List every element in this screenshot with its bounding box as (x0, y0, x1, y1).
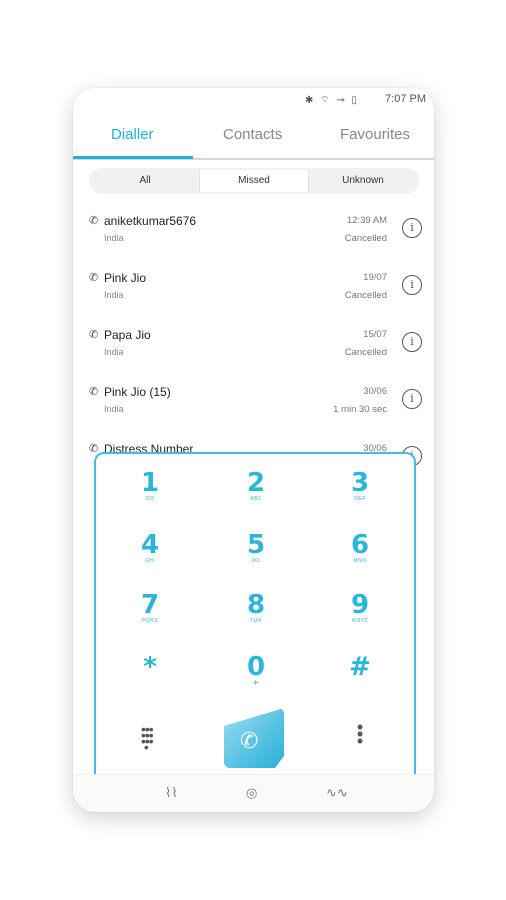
key-letters: JKL (250, 558, 262, 564)
call-time: 15/07 (363, 329, 387, 340)
call-log-item[interactable]: ✆ aniketkumar5676 India 12:39 AM Cancell… (73, 206, 434, 263)
call-location: India (104, 404, 124, 414)
call-status: Cancelled (344, 233, 387, 244)
call-name: Papa Jio (104, 328, 151, 342)
dial-key-6[interactable]: 6 MNO (330, 532, 390, 565)
key-letters: DEF (354, 496, 366, 502)
key-letters: + (252, 678, 260, 689)
tab-bar: Dialler Contacts Favourites (73, 112, 434, 160)
key-digit: 7 (140, 590, 160, 620)
call-time: 19/07 (363, 272, 387, 283)
key-letters: GHI (144, 558, 156, 564)
dial-key-4[interactable]: 4 GHI (120, 532, 180, 565)
key-digit: 3 (350, 468, 370, 498)
home-icon[interactable]: ◎ (246, 785, 257, 801)
status-icons: ✱ ⌔ ⊸ ▯ (305, 95, 359, 106)
call-time: 12:39 AM (346, 215, 387, 226)
call-location: India (104, 290, 124, 300)
call-location: India (104, 233, 124, 243)
outgoing-call-icon: ✆ (89, 215, 99, 227)
outgoing-call-icon: ✆ (89, 386, 99, 398)
key-digit: 1 (140, 468, 160, 498)
call-status: Cancelled (344, 347, 387, 358)
bottom-nav: ⌇⌇ ◎ ∿∿ (73, 774, 434, 812)
dial-key-hash[interactable]: # (330, 654, 390, 680)
call-name: aniketkumar5676 (104, 214, 197, 228)
key-letters: TUV (250, 618, 262, 624)
phone-frame: ✱ ⌔ ⊸ ▯ 7:07 PM Dialler Contacts Favouri… (73, 88, 434, 812)
call-log-item[interactable]: ✆ Pink Jio (15) India 30/06 1 min 30 sec… (73, 377, 434, 434)
key-letters: MNO (353, 558, 367, 564)
dial-key-7[interactable]: 7 PQRS (120, 592, 180, 625)
key-digit: 6 (350, 530, 370, 560)
outgoing-call-icon: ✆ (89, 329, 99, 341)
waveform-icon[interactable]: ∿∿ (326, 785, 348, 801)
key-digit: 2 (246, 468, 266, 498)
key-letters: OO (145, 496, 155, 502)
call-time: 30/06 (363, 386, 387, 397)
filter-unknown[interactable]: Unknown (309, 170, 417, 192)
more-options-icon[interactable]: • • • (355, 718, 365, 750)
dial-key-1[interactable]: 1 OO (120, 470, 180, 503)
call-name: Pink Jio (15) (104, 385, 171, 399)
tab-dialler[interactable]: Dialler (111, 126, 154, 143)
key-digit: 5 (246, 530, 266, 560)
call-status: Cancelled (344, 290, 387, 301)
info-icon[interactable]: i (402, 332, 422, 352)
key-digit: 4 (140, 530, 160, 560)
info-icon[interactable]: i (402, 389, 422, 409)
dial-key-8[interactable]: 8 TUV (226, 592, 286, 625)
status-bar: ✱ ⌔ ⊸ ▯ 7:07 PM (73, 88, 434, 112)
pulse-icon[interactable]: ⌇⌇ (165, 785, 178, 801)
tab-favourites[interactable]: Favourites (340, 126, 410, 143)
outgoing-call-icon: ✆ (89, 443, 99, 455)
dial-key-star[interactable]: * (120, 654, 180, 680)
filter-all[interactable]: All (91, 170, 199, 192)
call-button[interactable]: ✆ (224, 708, 284, 768)
key-digit: * (143, 652, 157, 682)
dialpad: 1 OO 2 ABC 3 DEF 4 GHI 5 JKL 6 MNO 7 PQR… (94, 452, 416, 784)
status-time: 7:07 PM (385, 93, 426, 105)
filter-missed[interactable]: Missed (199, 170, 309, 192)
tab-indicator (73, 156, 193, 159)
key-letters: PQRS (141, 618, 159, 624)
call-location: India (104, 347, 124, 357)
dial-key-2[interactable]: 2 ABC (226, 470, 286, 503)
info-icon[interactable]: i (402, 218, 422, 238)
info-icon[interactable]: i (402, 275, 422, 295)
key-digit: 9 (350, 590, 370, 620)
call-log-item[interactable]: ✆ Pink Jio India 19/07 Cancelled i (73, 263, 434, 320)
outgoing-call-icon: ✆ (89, 272, 99, 284)
dial-key-0[interactable]: 0 + (226, 652, 286, 689)
call-status: 1 min 30 sec (333, 404, 387, 415)
dial-key-5[interactable]: 5 JKL (226, 532, 286, 565)
dial-key-9[interactable]: 9 WXYZ (330, 592, 390, 625)
call-log-item[interactable]: ✆ Papa Jio India 15/07 Cancelled i (73, 320, 434, 377)
dialpad-grid-icon[interactable]: ••• ••• ••• • (141, 722, 154, 754)
key-letters: ABC (250, 496, 262, 502)
tab-contacts[interactable]: Contacts (223, 126, 282, 143)
dial-key-3[interactable]: 3 DEF (330, 470, 390, 503)
key-digit: 0 (246, 652, 266, 682)
key-digit: 8 (246, 590, 266, 620)
key-digit: # (349, 652, 371, 682)
phone-icon: ✆ (240, 728, 259, 753)
call-name: Pink Jio (104, 271, 147, 285)
key-letters: WXYZ (351, 618, 369, 624)
call-filter: All Missed Unknown (89, 168, 419, 194)
